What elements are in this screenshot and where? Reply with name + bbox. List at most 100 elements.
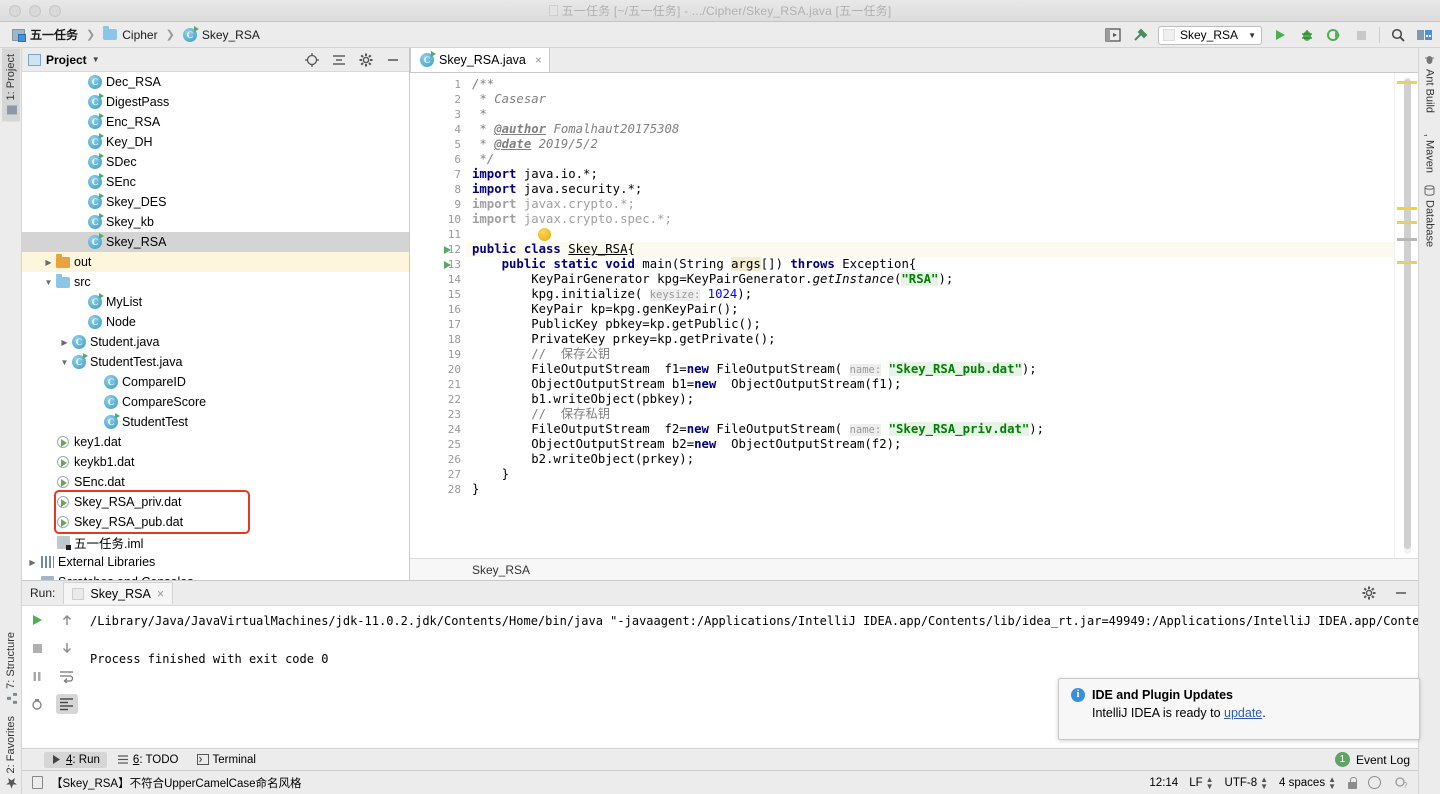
hammer-icon[interactable]	[1131, 26, 1149, 44]
notification-update-link[interactable]: update	[1224, 706, 1262, 720]
tree-node[interactable]: External Libraries	[22, 552, 409, 572]
project-structure-icon[interactable]	[1104, 26, 1122, 44]
tool-window-run[interactable]: 4: Run	[44, 751, 107, 768]
close-icon[interactable]: ×	[157, 587, 164, 601]
background-tasks-icon[interactable]: ?	[1392, 774, 1410, 792]
code-line[interactable]: }	[466, 467, 1394, 482]
notification-popup[interactable]: i IDE and Plugin Updates IntelliJ IDEA i…	[1058, 678, 1420, 740]
tree-node[interactable]: C StudentTest	[22, 412, 409, 432]
code-line[interactable]: // 保存私钥	[466, 407, 1394, 422]
soft-wrap-icon[interactable]	[56, 666, 78, 686]
tree-node[interactable]: keykb1.dat	[22, 452, 409, 472]
scroll-to-end-icon[interactable]	[56, 694, 78, 714]
project-tree[interactable]: C Dec_RSA C DigestPass C Enc_RSA C Key_DH C SDec C…	[22, 72, 409, 580]
code-line[interactable]: // 保存公钥	[466, 347, 1394, 362]
editor-scrollbar[interactable]	[1394, 73, 1418, 558]
tree-node[interactable]: C SEnc	[22, 172, 409, 192]
code-line[interactable]: import javax.crypto.*;	[466, 197, 1394, 212]
sidebar-item-structure[interactable]: 7: Structure	[2, 626, 20, 710]
run-tab-skey-rsa[interactable]: Skey_RSA ×	[63, 582, 174, 604]
stop-icon[interactable]	[26, 638, 48, 658]
run-with-coverage-icon[interactable]	[1325, 26, 1343, 44]
tree-node[interactable]: C Student.java	[22, 332, 409, 352]
close-icon[interactable]: ×	[535, 53, 542, 67]
run-gutter-icon[interactable]	[440, 257, 454, 272]
tree-node[interactable]: Skey_RSA_pub.dat	[22, 512, 409, 532]
hide-icon[interactable]	[1392, 584, 1410, 602]
code-line[interactable]: b2.writeObject(prkey);	[466, 452, 1394, 467]
code-line[interactable]: import javax.crypto.spec.*;	[466, 212, 1394, 227]
code-line[interactable]: PrivateKey prkey=kp.getPrivate();	[466, 332, 1394, 347]
tree-node[interactable]: src	[22, 272, 409, 292]
sidebar-item-ant-build[interactable]: Ant Build	[1421, 48, 1439, 119]
pause-icon[interactable]	[26, 666, 48, 686]
tree-node[interactable]: CStudentTest.java	[22, 352, 409, 372]
tree-node[interactable]: 五一任务.iml	[22, 532, 409, 552]
tool-window-todo[interactable]: 6: TODO	[111, 752, 186, 768]
code-line[interactable]: * Casesar	[466, 92, 1394, 107]
tree-node[interactable]: C DigestPass	[22, 92, 409, 112]
gear-icon[interactable]	[1360, 584, 1378, 602]
code-line[interactable]	[466, 227, 1394, 242]
code-line[interactable]: KeyPair kp=kpg.genKeyPair();	[466, 302, 1394, 317]
code-line[interactable]: kpg.initialize( keysize: 1024);	[466, 287, 1394, 302]
indent-widget[interactable]: 4 spaces ▲ ▼	[1279, 775, 1336, 790]
code-line[interactable]: import java.security.*;	[466, 182, 1394, 197]
debug-icon[interactable]	[1298, 26, 1316, 44]
tree-node[interactable]: C Skey_RSA	[22, 232, 409, 252]
code-line[interactable]: public class Skey_RSA{	[466, 242, 1394, 257]
chevron-down-icon[interactable]	[42, 278, 55, 287]
code-line[interactable]: ObjectOutputStream b2=new ObjectOutputSt…	[466, 437, 1394, 452]
settings-icon[interactable]	[1416, 26, 1434, 44]
tree-node[interactable]: Skey_RSA_priv.dat	[22, 492, 409, 512]
breadcrumb-file[interactable]: C Skey_RSA	[179, 25, 264, 43]
code-line[interactable]: /**	[466, 77, 1394, 92]
tree-node[interactable]: Scratches and Consoles	[22, 572, 409, 580]
code-line[interactable]: */	[466, 152, 1394, 167]
tree-node[interactable]: out	[22, 252, 409, 272]
code-line[interactable]: KeyPairGenerator kpg=KeyPairGenerator.ge…	[466, 272, 1394, 287]
code-line[interactable]: b1.writeObject(pbkey);	[466, 392, 1394, 407]
code-line[interactable]: FileOutputStream f1=new FileOutputStream…	[466, 362, 1394, 377]
collapse-all-icon[interactable]	[330, 51, 348, 69]
lock-icon[interactable]	[1347, 776, 1357, 789]
sidebar-item-project[interactable]: 1: Project	[1, 48, 20, 122]
code-line[interactable]: * @date 2019/5/2	[466, 137, 1394, 152]
tree-node[interactable]: SEnc.dat	[22, 472, 409, 492]
run-gutter-icon[interactable]	[440, 242, 454, 257]
code-line[interactable]: import java.io.*;	[466, 167, 1394, 182]
code-line[interactable]: * @author Fomalhaut20175308	[466, 122, 1394, 137]
code-line[interactable]: public static void main(String args[]) t…	[466, 257, 1394, 272]
chevron-down-icon[interactable]	[58, 358, 71, 367]
tree-node[interactable]: C Enc_RSA	[22, 112, 409, 132]
caret-position[interactable]: 12:14	[1149, 777, 1178, 789]
tree-node[interactable]: key1.dat	[22, 432, 409, 452]
breadcrumb-module[interactable]: 五一任务	[8, 25, 82, 44]
editor-tab-skey-rsa[interactable]: C Skey_RSA.java ×	[410, 47, 550, 72]
hide-icon[interactable]	[384, 51, 402, 69]
tree-node[interactable]: C CompareScore	[22, 392, 409, 412]
up-icon[interactable]	[56, 610, 78, 630]
code-line[interactable]: PublicKey pbkey=kp.getPublic();	[466, 317, 1394, 332]
intention-bulb-icon[interactable]	[538, 228, 551, 241]
tree-node[interactable]: C Skey_DES	[22, 192, 409, 212]
code-line[interactable]: }	[466, 482, 1394, 497]
chevron-right-icon[interactable]	[58, 338, 71, 347]
tree-node[interactable]: C Dec_RSA	[22, 72, 409, 92]
breadcrumb-folder[interactable]: Cipher	[99, 26, 161, 43]
sidebar-item-database[interactable]: Database	[1421, 179, 1439, 253]
code-line[interactable]: FileOutputStream f2=new FileOutputStream…	[466, 422, 1394, 437]
chevron-right-icon[interactable]	[42, 258, 55, 267]
tree-node[interactable]: C CompareID	[22, 372, 409, 392]
event-log-button[interactable]: 1 Event Log	[1334, 752, 1410, 767]
chevron-right-icon[interactable]	[26, 558, 39, 567]
run-configuration-selector[interactable]: Skey_RSA ▼	[1158, 25, 1262, 45]
rerun-icon[interactable]	[26, 610, 48, 630]
project-panel-title[interactable]: Project ▼	[28, 53, 100, 67]
sidebar-item-maven[interactable]: m Maven	[1418, 119, 1439, 179]
editor-gutter[interactable]: 1 2 3 4 5 6 7 8 9 10 11 12 13 14 15 16 17 18 19 20 21 22 23 24 2…	[410, 73, 466, 558]
locate-icon[interactable]	[303, 51, 321, 69]
tree-node[interactable]: C Skey_kb	[22, 212, 409, 232]
code-content[interactable]: /** * Casesar * * @author Fomalhaut20175…	[466, 73, 1394, 558]
tool-window-terminal[interactable]: Terminal	[190, 752, 263, 768]
